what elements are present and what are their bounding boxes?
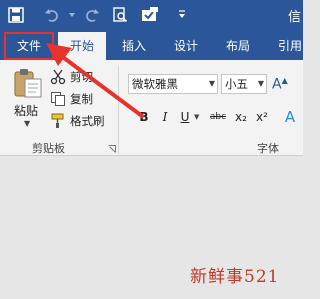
qat-more-icon[interactable] [172, 5, 192, 25]
scissors-icon [50, 69, 66, 85]
ribbon-tabs: 文件 开始 插入 设计 布局 引用 [0, 32, 303, 60]
redo-icon[interactable] [82, 5, 102, 25]
font-size-select[interactable]: 小五 ▼ [221, 74, 267, 94]
underline-dropdown-icon[interactable]: ▼ [194, 113, 199, 121]
bold-button[interactable]: B [136, 108, 152, 126]
tab-layout[interactable]: 布局 [216, 32, 260, 60]
copy-label: 复制 [70, 92, 93, 106]
quick-access-toolbar: 信 [0, 0, 303, 32]
print-preview-icon[interactable] [110, 5, 130, 25]
clipboard-group-label: 剪贴板 [32, 142, 65, 155]
font-family-select[interactable]: 微软雅黑 ▼ [128, 74, 218, 94]
save-icon[interactable] [6, 5, 26, 25]
window-title: 信 [288, 10, 302, 25]
watermark-text: 新鲜事521 [190, 267, 280, 287]
font-group-label: 字体 [257, 142, 279, 155]
superscript-button[interactable]: x² [254, 108, 270, 126]
grow-font-icon[interactable]: A▲ [272, 76, 288, 93]
format-painter-label: 格式刷 [70, 114, 105, 128]
paste-dropdown-icon[interactable]: ▼ [24, 119, 30, 128]
group-separator [118, 66, 119, 154]
chevron-down-icon: ▼ [257, 79, 264, 88]
text-effects-button[interactable]: A [282, 108, 298, 126]
subscript-button[interactable]: x₂ [233, 108, 249, 126]
font-size-value: 小五 [225, 77, 248, 91]
copy-icon [50, 91, 66, 107]
paste-button-label[interactable]: 粘贴 [14, 102, 38, 119]
paste-icon[interactable] [12, 68, 46, 98]
cut-button[interactable]: 剪切 [50, 68, 93, 86]
chevron-down-icon: ▼ [208, 79, 215, 88]
font-family-value: 微软雅黑 [132, 77, 178, 91]
tab-home[interactable]: 开始 [58, 32, 106, 60]
customize-qat-icon[interactable] [140, 5, 160, 25]
cut-label: 剪切 [70, 70, 93, 84]
undo-dropdown-icon[interactable] [62, 5, 82, 25]
clipboard-launcher-icon[interactable] [108, 142, 116, 153]
copy-button[interactable]: 复制 [50, 90, 93, 108]
tab-file[interactable]: 文件 [4, 32, 54, 60]
italic-button[interactable]: I [157, 108, 173, 126]
tab-references[interactable]: 引用 [268, 32, 312, 60]
strikethrough-button[interactable]: abc [206, 108, 230, 126]
format-painter-button[interactable]: 格式刷 [50, 112, 105, 130]
undo-icon[interactable] [42, 5, 62, 25]
paintbrush-icon [50, 113, 66, 129]
tab-design[interactable]: 设计 [164, 32, 208, 60]
underline-button[interactable]: U [177, 108, 193, 126]
tab-insert[interactable]: 插入 [112, 32, 156, 60]
